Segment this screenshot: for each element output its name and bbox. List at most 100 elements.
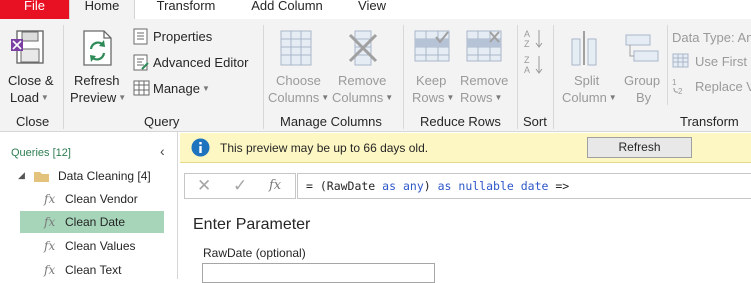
query-item-clean-text[interactable]: fx Clean Text	[20, 259, 164, 281]
ribbon: Close & Load ▼ Close Refresh Preview ▼ Pro…	[0, 19, 751, 132]
keep-rows-label-2: Rows ▼	[412, 90, 455, 105]
data-type-dropdown[interactable]: Data Type: An	[672, 27, 751, 47]
group-by-label-1: Group	[624, 73, 661, 88]
svg-text:Z: Z	[524, 39, 530, 49]
manage-button[interactable]: Manage ▼	[131, 79, 231, 99]
split-column-icon	[571, 31, 597, 66]
expand-arrow-icon[interactable]: ◢	[18, 170, 25, 181]
fx-icon: fx	[44, 192, 56, 206]
queries-pane: Queries [12] ‹ ◢ Data Cleaning [4] fx Cl…	[0, 132, 178, 279]
query-item-clean-vendor[interactable]: fx Clean Vendor	[20, 188, 164, 210]
tab-add-column[interactable]: Add Column	[237, 0, 337, 19]
group-separator	[667, 25, 668, 105]
group-by-icon	[625, 34, 659, 62]
close-load-button[interactable]: Close & Load ▼	[2, 23, 60, 111]
remove-rows-button[interactable]: Remove Rows ▼	[458, 23, 512, 111]
refresh-preview-icon	[83, 30, 112, 66]
cancel-icon[interactable]: ✕	[197, 176, 211, 196]
remove-rows-icon	[466, 30, 502, 62]
info-icon	[191, 138, 210, 157]
query-item-clean-values[interactable]: fx Clean Values	[20, 235, 164, 257]
sort-ascending-button[interactable]: A Z	[522, 27, 548, 49]
tab-home[interactable]: Home	[69, 0, 135, 19]
keep-rows-button[interactable]: Keep Rows ▼	[408, 23, 456, 111]
ribbon-tab-strip: File Home Transform Add Column View	[0, 0, 751, 19]
properties-button[interactable]: Properties	[131, 27, 261, 47]
remove-columns-label-1: Remove	[338, 73, 387, 88]
data-type-label: Data Type: An	[672, 30, 751, 45]
raw-date-input[interactable]	[202, 263, 435, 283]
replace-values-label: Replace V	[695, 79, 751, 94]
choose-columns-label-2: Columns ▼	[268, 90, 330, 105]
formula-bar: ✕ ✓ fx = (RawDate as any) as nullable da…	[184, 170, 751, 200]
properties-label: Properties	[153, 29, 213, 44]
close-load-label-1: Close &	[8, 73, 54, 88]
keep-rows-label-1: Keep	[416, 73, 447, 88]
group-by-label-2: By	[636, 90, 652, 105]
collapse-pane-icon[interactable]: ‹	[160, 143, 165, 159]
query-label: Clean Vendor	[65, 192, 138, 206]
check-icon[interactable]: ✓	[233, 176, 247, 196]
group-label-manage-columns: Manage Columns	[280, 114, 382, 129]
query-item-clean-date[interactable]: fx Clean Date	[20, 211, 164, 233]
svg-text:1: 1	[672, 78, 677, 87]
formula-controls: ✕ ✓ fx	[184, 173, 296, 199]
remove-columns-button[interactable]: Remove Columns ▼	[332, 23, 394, 111]
fx-icon: fx	[44, 215, 56, 229]
replace-values-icon: 1 2	[672, 78, 683, 96]
sort-descending-icon: Z A	[524, 55, 543, 75]
folder-label: Data Cleaning [4]	[58, 169, 151, 183]
use-first-row-button[interactable]: Use First R	[672, 51, 751, 71]
choose-columns-label-1: Choose	[276, 73, 321, 88]
fx-icon: fx	[44, 239, 56, 253]
raw-date-label: RawDate (optional)	[203, 246, 306, 260]
refresh-preview-button[interactable]: Refresh Preview ▼	[68, 23, 126, 111]
fx-icon[interactable]: fx	[269, 178, 281, 193]
group-separator	[263, 25, 264, 129]
query-group-data-cleaning[interactable]: ◢ Data Cleaning [4]	[18, 165, 178, 187]
keep-rows-icon	[414, 30, 450, 62]
refresh-button[interactable]: Refresh	[587, 137, 692, 158]
group-label-close: Close	[16, 114, 50, 129]
close-load-label-2: Load ▼	[10, 90, 49, 105]
query-label: Clean Values	[65, 239, 136, 253]
use-first-row-label: Use First R	[695, 54, 751, 69]
svg-text:A: A	[524, 29, 530, 39]
use-first-row-icon	[672, 53, 689, 68]
query-label: Clean Text	[65, 263, 122, 277]
choose-columns-icon	[280, 30, 312, 66]
formula-input[interactable]: = (RawDate as any) as nullable date =>	[297, 173, 751, 199]
tab-file[interactable]: File	[0, 0, 69, 19]
sort-ascending-icon: A Z	[524, 29, 543, 49]
info-message: This preview may be up to 66 days old.	[220, 141, 429, 155]
manage-label: Manage ▼	[153, 81, 210, 96]
remove-rows-label-1: Remove	[460, 73, 509, 88]
remove-columns-label-2: Columns ▼	[332, 90, 394, 105]
group-separator	[63, 25, 64, 129]
split-column-label-1: Split	[574, 73, 600, 88]
fx-icon: fx	[44, 263, 56, 277]
queries-header: Queries [12]	[11, 147, 71, 159]
group-label-reduce-rows: Reduce Rows	[420, 114, 501, 129]
advanced-editor-button[interactable]: Advanced Editor	[131, 53, 261, 73]
manage-icon	[133, 80, 150, 96]
query-label: Clean Date	[65, 215, 126, 229]
group-label-transform: Transform	[680, 114, 739, 129]
group-separator	[403, 25, 404, 129]
group-separator	[553, 25, 554, 129]
group-by-button[interactable]: Group By	[620, 23, 666, 111]
advanced-editor-label: Advanced Editor	[153, 55, 249, 70]
enter-parameter-title: Enter Parameter	[193, 216, 311, 233]
replace-values-button[interactable]: 1 2 Replace V	[672, 75, 751, 97]
remove-columns-icon	[348, 30, 378, 66]
group-label-query: Query	[144, 114, 180, 129]
split-column-button[interactable]: Split Column ▼	[558, 23, 617, 111]
tab-transform[interactable]: Transform	[140, 0, 232, 19]
sort-descending-button[interactable]: Z A	[522, 53, 548, 75]
formula-text: = (RawDate as any) as nullable date =>	[306, 179, 570, 193]
split-column-label-2: Column ▼	[562, 90, 617, 105]
folder-icon	[34, 172, 49, 182]
tab-view[interactable]: View	[345, 0, 399, 19]
remove-rows-label-2: Rows ▼	[460, 90, 503, 105]
choose-columns-button[interactable]: Choose Columns ▼	[268, 23, 330, 111]
